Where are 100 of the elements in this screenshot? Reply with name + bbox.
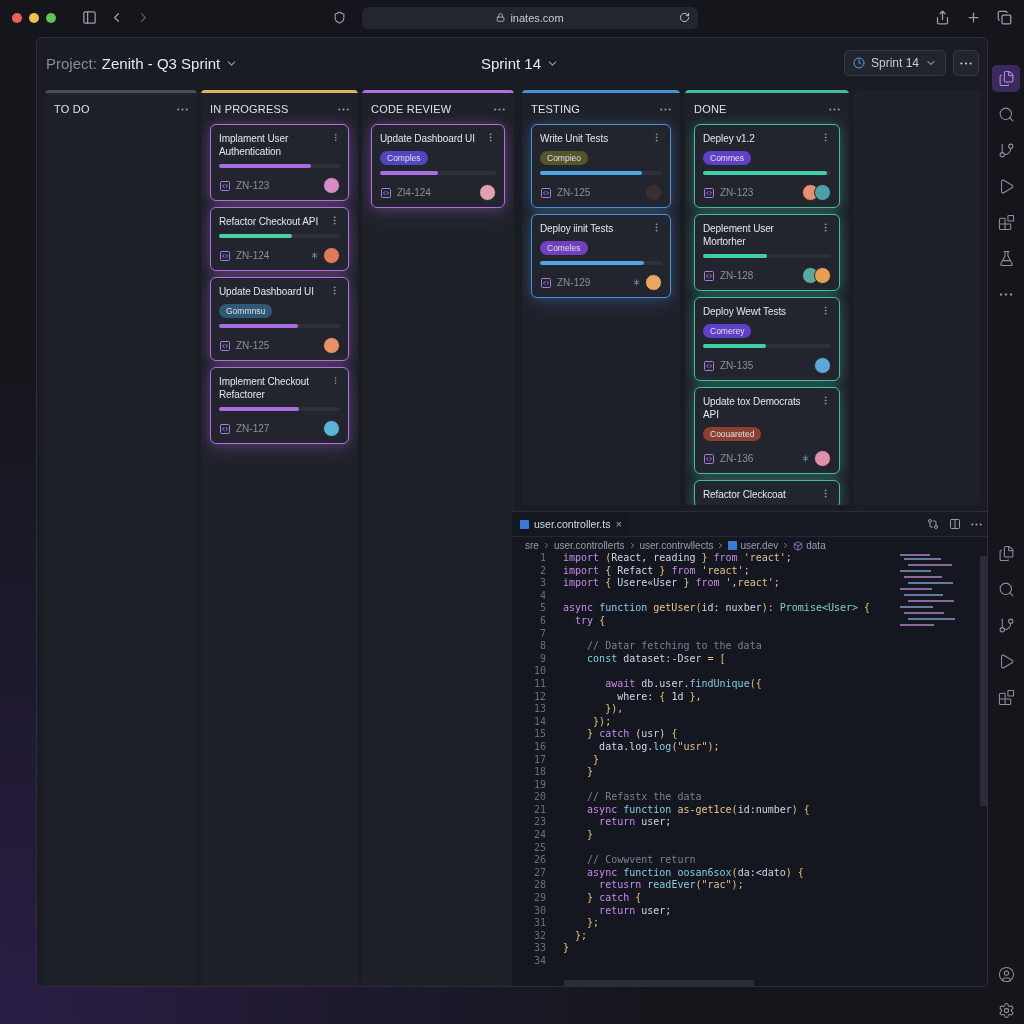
task-icon	[703, 186, 715, 199]
code-line: };	[586, 917, 600, 930]
task-id: ZN-123	[236, 180, 270, 191]
task-id: ZN-125	[557, 187, 591, 198]
task-card[interactable]: Write Unit Tests Compieo ZN-125	[531, 124, 671, 208]
task-card[interactable]: Refactor Checkout API ZN-124	[210, 207, 349, 271]
code-line: // Datar fetching to the data	[586, 640, 762, 653]
line-number: 26	[532, 854, 546, 867]
line-number: 3	[538, 577, 546, 590]
share-icon[interactable]	[935, 10, 950, 25]
tabs-icon[interactable]	[997, 10, 1012, 25]
close-button[interactable]	[12, 12, 22, 23]
task-id: ZN-128	[720, 270, 754, 281]
new-tab-icon[interactable]	[966, 10, 981, 25]
line-number: 24	[532, 829, 546, 842]
settings-icon	[997, 1002, 1015, 1019]
column-title: TESTING	[531, 103, 581, 115]
task-icon	[703, 269, 715, 282]
task-card[interactable]: Depley v1.2 Commes ZN-123	[694, 124, 840, 208]
code-line: }	[562, 942, 570, 955]
task-id: ZN-125	[236, 340, 270, 351]
files-icon	[997, 545, 1015, 562]
files-icon	[997, 70, 1015, 87]
task-card[interactable]: Deplement User Mortorher ZN-128	[694, 214, 840, 291]
line-number: 31	[532, 917, 546, 930]
scrollbar[interactable]	[980, 556, 987, 806]
breadcrumb[interactable]: user.dev	[728, 540, 779, 551]
sprint-title[interactable]: Sprint 14	[481, 54, 560, 72]
more-icon[interactable]	[829, 107, 840, 111]
more-icon[interactable]	[177, 107, 188, 111]
column-title: IN PROGRESS	[210, 103, 289, 115]
more-icon[interactable]	[338, 107, 349, 111]
line-number: 2	[538, 564, 546, 578]
line-number: 10	[532, 665, 546, 678]
task-card[interactable]: Deploy Wewt Tests Comerey ZN-135	[694, 297, 840, 381]
card-title: Implement Checkout Refactorer	[219, 375, 310, 401]
code-line: } catch {	[586, 892, 642, 905]
more-icon[interactable]	[971, 522, 982, 526]
sprint-dropdown[interactable]: Sprint 14	[843, 50, 946, 76]
blocks-icon	[997, 214, 1015, 231]
column-title: DONE	[694, 103, 727, 115]
task-card[interactable]: Update tox Democrats API Coouareted ZN-136	[694, 387, 840, 474]
code-line: return user;	[598, 904, 672, 918]
task-card[interactable]: Implement Checkout Refactorer ZN-127	[210, 367, 349, 444]
task-card[interactable]: Update Dashboard UI Gommnsu ZN-125	[210, 277, 349, 361]
horizontal-scrollbar[interactable]	[564, 980, 754, 986]
account-icon	[997, 966, 1015, 983]
maximize-button[interactable]	[46, 12, 56, 23]
task-card[interactable]: Update Dashboard UI Comples Zl4-124	[371, 124, 505, 208]
close-tab-icon[interactable]: ×	[615, 518, 622, 530]
compare-icon[interactable]	[927, 518, 939, 530]
task-card[interactable]: Refactor Cleckcoat	[694, 480, 840, 505]
more-icon	[960, 61, 972, 65]
code-line: data.log.log("usr");	[598, 740, 720, 754]
line-number: 19	[532, 778, 546, 792]
code-line: async function oosan6sox(da:<dato) {	[586, 866, 804, 880]
activity-button[interactable]	[992, 65, 1020, 92]
line-number: 34	[532, 955, 546, 968]
task-icon	[703, 359, 715, 372]
code-line: import { Usere«User } from ',react';	[562, 577, 780, 590]
code-line: import (React, reading } from 'react';	[562, 552, 792, 565]
lock-icon	[496, 13, 506, 22]
line-number: 18	[532, 766, 546, 779]
line-number: 28	[532, 879, 546, 893]
line-number: 12	[532, 690, 546, 704]
task-card[interactable]: Implament User Authentication ZN-123	[210, 124, 349, 201]
code-line: import { Refact } from 'react';	[562, 564, 750, 578]
line-number: 5	[538, 602, 546, 615]
code-line: return user;	[598, 816, 672, 830]
task-icon	[219, 179, 231, 192]
breadcrumb[interactable]: data	[793, 540, 826, 551]
editor-tab[interactable]: user.controller.ts ×	[512, 512, 630, 536]
card-title: Implament User Authentication	[219, 132, 290, 158]
shield-icon[interactable]	[333, 11, 346, 24]
status-tag: Comples	[380, 151, 428, 165]
column-title: CODE REVIEW	[371, 103, 452, 115]
task-card[interactable]: Deploy iinit Tests Comeles ZN-129	[531, 214, 671, 298]
task-id: Zl4-124	[397, 187, 431, 198]
minimize-button[interactable]	[29, 12, 39, 23]
card-title: Write Unit Tests	[540, 132, 609, 145]
more-icon[interactable]	[494, 107, 505, 111]
more-icon[interactable]	[660, 107, 671, 111]
task-icon	[219, 249, 231, 262]
breadcrumb[interactable]: user.controllerts	[553, 540, 625, 551]
breadcrumb[interactable]: user.contrwllects	[639, 540, 714, 551]
project-title[interactable]: Project: Zenith - Q3 Sprint	[46, 54, 239, 72]
code-line: // Cowwvent return	[586, 854, 696, 867]
line-number: 15	[532, 728, 546, 741]
branch-icon	[997, 142, 1015, 159]
reload-icon[interactable]	[679, 11, 690, 23]
code-line: }	[586, 829, 594, 842]
breadcrumb[interactable]: sre	[525, 540, 539, 551]
task-id: ZN-127	[236, 423, 270, 434]
code-line: }	[592, 753, 600, 767]
more-button[interactable]	[953, 50, 979, 76]
task-icon	[380, 186, 392, 199]
address-bar[interactable]: inates.com	[362, 6, 698, 29]
task-id: ZN-135	[720, 360, 754, 371]
split-icon[interactable]	[949, 518, 961, 530]
sidebar-icon[interactable]	[82, 10, 97, 25]
